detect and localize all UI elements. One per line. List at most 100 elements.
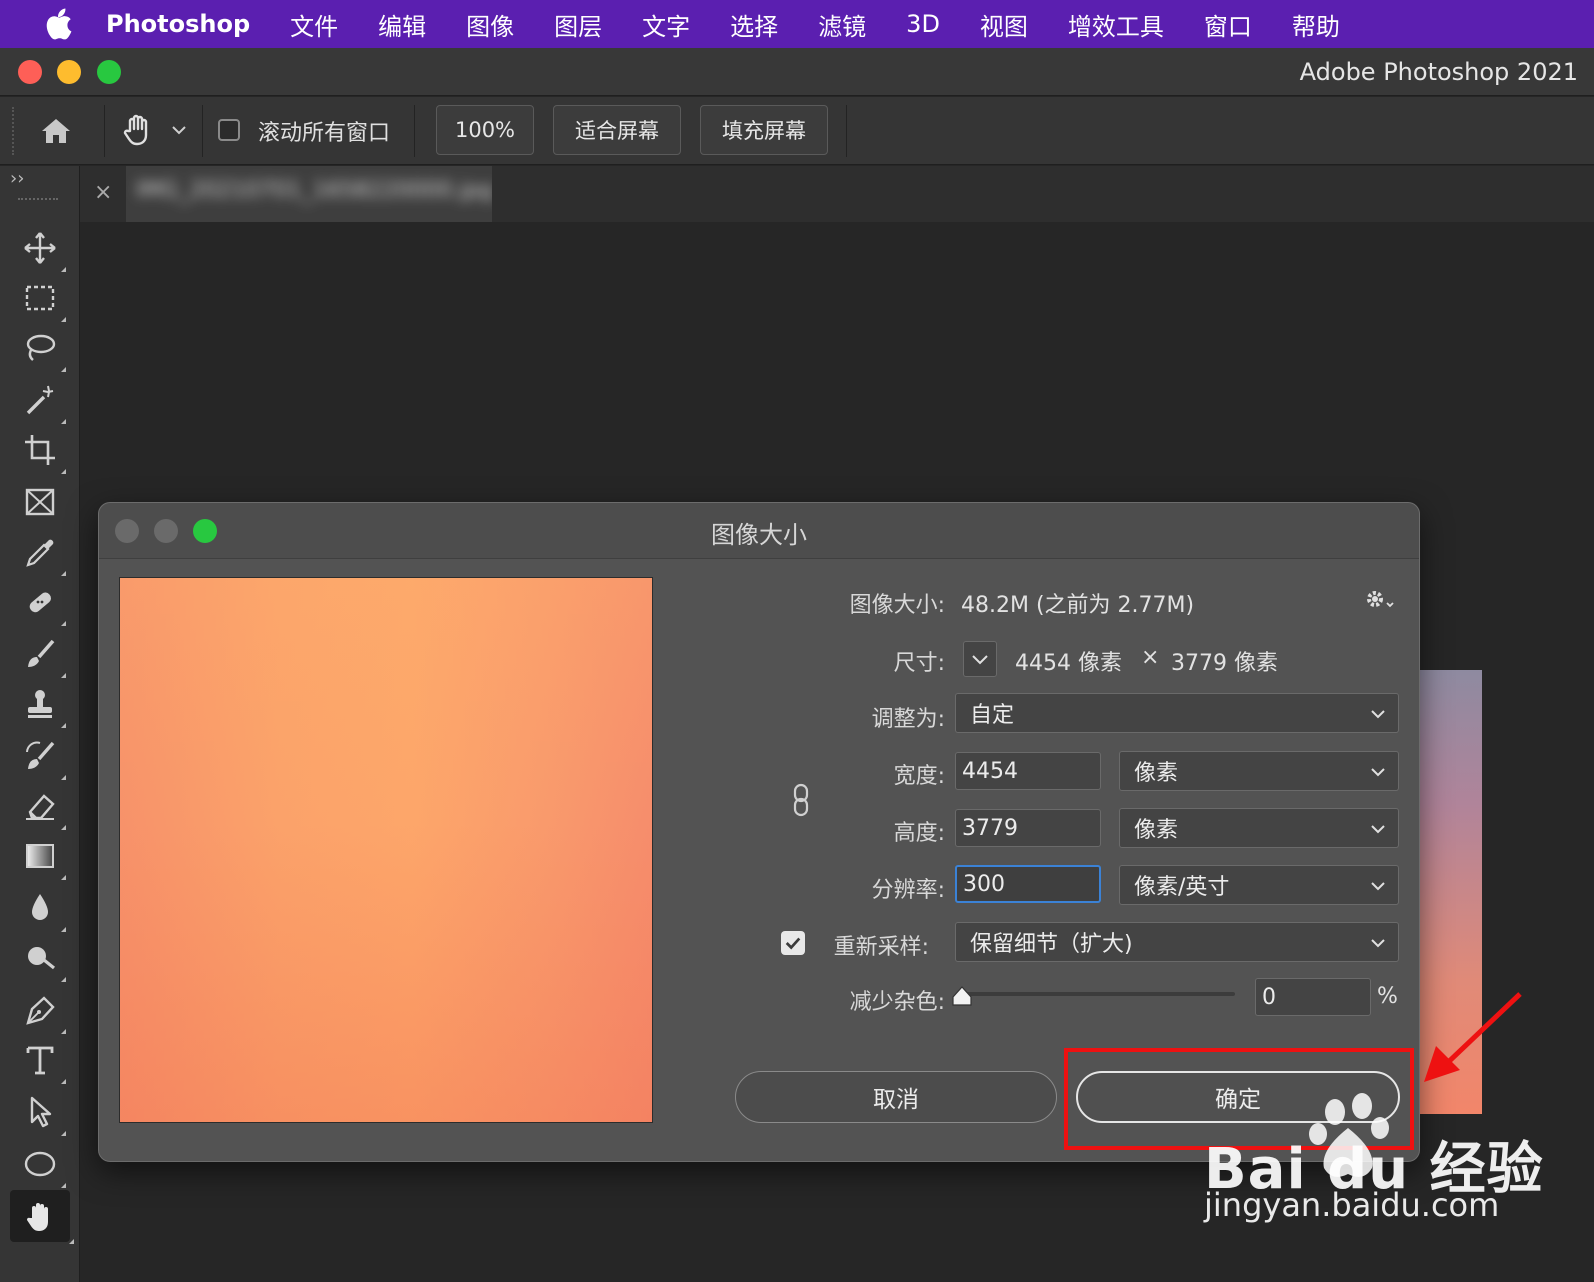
image-size-value: 48.2M (之前为 2.77M)	[961, 593, 1195, 618]
gear-icon[interactable]	[1361, 585, 1397, 617]
resolution-label: 分辨率:	[871, 878, 945, 903]
screen: Photoshop 文件 编辑 图像 图层 文字 选择 滤镜 3D 视图 增效工…	[0, 0, 1594, 1282]
menu-image[interactable]: 图像	[466, 7, 514, 42]
dimensions-height: 3779 像素	[1171, 651, 1278, 676]
width-unit-dropdown[interactable]: 像素	[1119, 751, 1399, 791]
magic-wand-icon[interactable]	[18, 378, 66, 424]
window-zoom-button[interactable]	[97, 60, 121, 84]
window-close-button[interactable]	[18, 60, 42, 84]
options-separator	[846, 105, 847, 157]
brush-icon[interactable]	[18, 632, 66, 678]
menu-view[interactable]: 视图	[980, 7, 1028, 42]
ellipse-icon[interactable]	[18, 1142, 66, 1188]
menu-3d[interactable]: 3D	[906, 10, 940, 38]
height-unit-value: 像素	[1134, 818, 1179, 843]
reduce-noise-slider-thumb[interactable]	[951, 985, 973, 1007]
history-brush-icon[interactable]	[18, 734, 66, 780]
expand-panel-icon[interactable]: ››	[10, 168, 24, 189]
tools-panel: ››	[0, 166, 80, 1282]
menu-window[interactable]: 窗口	[1204, 7, 1252, 42]
document-tab-strip: × IMG_20210701_1658220000.jpg	[80, 166, 1594, 222]
options-bar: 滚动所有窗口 100% 适合屏幕 填充屏幕	[0, 97, 1594, 165]
document-tab-title: IMG_20210701_1658220000.jpg	[136, 178, 492, 203]
image-size-label: 图像大小:	[849, 593, 945, 618]
menu-help[interactable]: 帮助	[1292, 7, 1340, 42]
resolution-input[interactable]: 300	[955, 865, 1101, 903]
window-title: Adobe Photoshop 2021	[1299, 58, 1578, 86]
menu-app-name[interactable]: Photoshop	[106, 10, 250, 38]
resample-label: 重新采样:	[833, 935, 929, 960]
chevron-down-icon	[972, 655, 988, 665]
scroll-all-windows-checkbox[interactable]	[218, 119, 240, 141]
image-preview[interactable]	[119, 577, 653, 1123]
zoom-100-button[interactable]: 100%	[436, 105, 534, 155]
apple-icon[interactable]	[38, 7, 78, 41]
reduce-noise-label: 减少杂色:	[849, 990, 945, 1015]
height-unit-dropdown[interactable]: 像素	[1119, 808, 1399, 848]
home-icon[interactable]	[36, 111, 76, 151]
move-icon[interactable]	[18, 226, 66, 272]
eyedropper-icon[interactable]	[18, 530, 66, 576]
dimensions-width: 4454 像素	[1015, 651, 1122, 676]
options-separator	[104, 105, 105, 157]
chevron-down-icon	[1371, 710, 1385, 719]
tools-panel-grip[interactable]	[18, 198, 58, 202]
width-input[interactable]: 4454	[955, 752, 1101, 790]
type-icon[interactable]	[18, 1038, 66, 1084]
checkmark-icon	[785, 937, 801, 950]
resolution-unit-value: 像素/英寸	[1134, 875, 1230, 900]
gradient-icon[interactable]	[18, 834, 66, 880]
window-minimize-button[interactable]	[57, 60, 81, 84]
stamp-icon[interactable]	[18, 682, 66, 728]
path-select-icon[interactable]	[18, 1090, 66, 1136]
reduce-noise-input[interactable]: 0	[1255, 978, 1371, 1016]
hand-icon[interactable]	[10, 1190, 74, 1244]
resolution-unit-dropdown[interactable]: 像素/英寸	[1119, 865, 1399, 905]
healing-brush-icon[interactable]	[18, 580, 66, 626]
lasso-icon[interactable]	[18, 326, 66, 372]
options-bar-grip[interactable]	[12, 107, 16, 155]
resample-method-value: 保留细节（扩大)	[970, 932, 1133, 957]
menu-edit[interactable]: 编辑	[378, 7, 426, 42]
height-input[interactable]: 3779	[955, 809, 1101, 847]
menu-layer[interactable]: 图层	[554, 7, 602, 42]
cancel-button[interactable]: 取消	[735, 1071, 1057, 1123]
menu-filter[interactable]: 滤镜	[818, 7, 866, 42]
dialog-titlebar[interactable]: 图像大小	[99, 503, 1419, 559]
dimensions-label: 尺寸:	[893, 651, 945, 676]
eraser-icon[interactable]	[18, 784, 66, 830]
width-unit-value: 像素	[1134, 761, 1179, 786]
fit-to-value: 自定	[970, 703, 1015, 728]
fit-screen-button[interactable]: 适合屏幕	[553, 105, 681, 155]
pen-icon[interactable]	[18, 988, 66, 1034]
dimensions-unit-dropdown[interactable]	[963, 641, 997, 677]
menu-select[interactable]: 选择	[730, 7, 778, 42]
fit-to-dropdown[interactable]: 自定	[955, 693, 1399, 733]
options-separator	[414, 105, 415, 157]
tab-close-icon[interactable]: ×	[94, 180, 112, 205]
menu-type[interactable]: 文字	[642, 7, 690, 42]
annotation-arrow-icon	[1420, 990, 1524, 1086]
chevron-down-icon	[1371, 768, 1385, 777]
reduce-noise-slider-track[interactable]	[961, 992, 1235, 996]
chevron-down-icon	[1371, 939, 1385, 948]
window-titlebar: Adobe Photoshop 2021	[0, 48, 1594, 96]
frame-icon[interactable]	[18, 480, 62, 524]
menu-file[interactable]: 文件	[290, 7, 338, 42]
document-tab[interactable]: IMG_20210701_1658220000.jpg	[126, 166, 492, 222]
resample-checkbox[interactable]	[781, 931, 805, 955]
watermark-url: jingyan.baidu.com	[1204, 1186, 1500, 1224]
crop-icon[interactable]	[18, 428, 66, 474]
blur-icon[interactable]	[18, 886, 66, 932]
height-label: 高度:	[893, 821, 945, 846]
dodge-icon[interactable]	[18, 936, 66, 982]
chevron-down-icon[interactable]	[170, 121, 188, 139]
fill-screen-button[interactable]: 填充屏幕	[700, 105, 828, 155]
resample-method-dropdown[interactable]: 保留细节（扩大)	[955, 922, 1399, 962]
menu-bar: Photoshop 文件 编辑 图像 图层 文字 选择 滤镜 3D 视图 增效工…	[0, 0, 1594, 48]
menu-plugins[interactable]: 增效工具	[1068, 7, 1164, 42]
marquee-icon[interactable]	[18, 276, 66, 322]
width-label: 宽度:	[893, 764, 945, 789]
hand-tool-preset-icon[interactable]	[118, 109, 158, 149]
scroll-all-windows-label: 滚动所有窗口	[258, 121, 391, 146]
